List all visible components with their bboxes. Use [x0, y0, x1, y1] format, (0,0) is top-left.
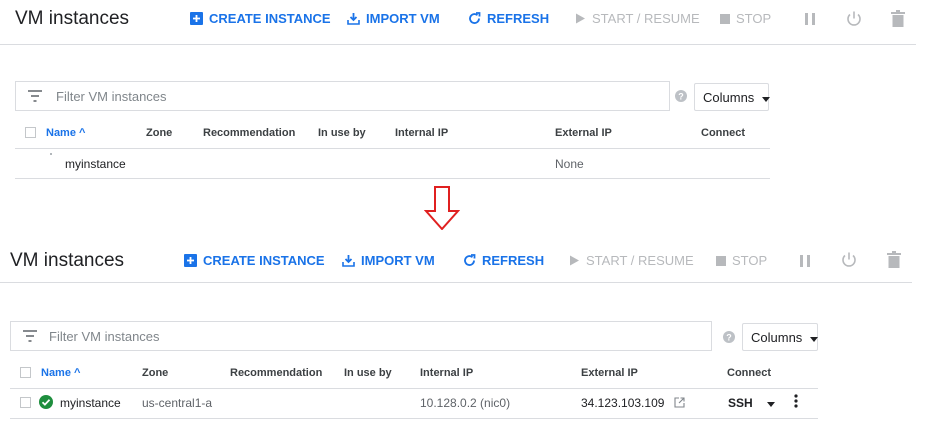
status-pending-icon: [50, 153, 52, 155]
header-recommendation[interactable]: Recommendation: [230, 367, 322, 379]
header-recommendation[interactable]: Recommendation: [203, 127, 295, 139]
down-arrow-icon: [423, 186, 461, 235]
refresh-button[interactable]: REFRESH: [468, 11, 549, 26]
refresh-icon: [463, 254, 476, 267]
power-icon[interactable]: [845, 10, 863, 33]
page-title: VM instances: [10, 250, 125, 271]
create-instance-icon: [184, 254, 197, 267]
chevron-down-icon: [810, 330, 819, 345]
row-zone: us-central1-a: [142, 396, 213, 410]
stop-label: STOP: [732, 253, 768, 268]
table-header: Name ^ Zone Recommendation In use by Int…: [10, 358, 818, 389]
pause-icon[interactable]: [799, 254, 811, 273]
header-external-ip[interactable]: External IP: [555, 127, 612, 139]
import-vm-button[interactable]: IMPORT VM: [342, 253, 435, 268]
import-vm-icon: [342, 254, 355, 267]
columns-label: Columns: [703, 89, 755, 105]
header-zone[interactable]: Zone: [146, 127, 172, 139]
columns-button[interactable]: Columns: [742, 323, 819, 351]
header-external-ip[interactable]: External IP: [581, 367, 638, 379]
play-icon: [575, 13, 586, 24]
refresh-icon: [468, 12, 481, 25]
import-vm-label: IMPORT VM: [361, 253, 435, 268]
refresh-label: REFRESH: [482, 253, 545, 268]
svg-text:?: ?: [678, 92, 684, 102]
stop-button[interactable]: STOP: [716, 253, 767, 268]
header-connect: Connect: [701, 127, 745, 139]
stop-label: STOP: [736, 11, 772, 26]
help-icon[interactable]: ?: [675, 89, 687, 107]
toolbar: VM instances CREATE INSTANCE IMPORT VM R…: [0, 0, 916, 45]
stop-button[interactable]: STOP: [720, 11, 771, 26]
start-resume-label: START / RESUME: [592, 11, 700, 26]
create-instance-label: CREATE INSTANCE: [209, 11, 331, 26]
create-instance-label: CREATE INSTANCE: [203, 253, 325, 268]
row-external-ip[interactable]: 34.123.103.109: [581, 396, 685, 411]
header-name[interactable]: Name ^: [46, 127, 85, 139]
page-title: VM instances: [15, 8, 130, 29]
ssh-button[interactable]: SSH: [728, 396, 775, 410]
row-checkbox[interactable]: [20, 397, 31, 408]
row-name[interactable]: myinstance: [60, 396, 121, 410]
toolbar: VM instances CREATE INSTANCE IMPORT VM R…: [0, 235, 912, 283]
panel-before: VM instances CREATE INSTANCE IMPORT VM R…: [0, 0, 916, 200]
table-header: Name ^ Zone Recommendation In use by Int…: [15, 118, 770, 149]
power-icon[interactable]: [840, 251, 858, 274]
columns-label: Columns: [751, 329, 803, 345]
filter-placeholder: Filter VM instances: [49, 329, 160, 344]
kebab-menu-icon[interactable]: [794, 393, 798, 414]
create-instance-button[interactable]: CREATE INSTANCE: [184, 253, 325, 268]
header-zone[interactable]: Zone: [142, 367, 168, 379]
stop-icon: [716, 255, 726, 266]
header-internal-ip[interactable]: Internal IP: [395, 127, 448, 139]
filter-input[interactable]: Filter VM instances: [10, 321, 712, 351]
filter-icon: [23, 329, 37, 347]
status-ok-icon: [39, 395, 53, 414]
select-all-checkbox[interactable]: [20, 367, 31, 378]
import-vm-button[interactable]: IMPORT VM: [347, 11, 440, 26]
trash-icon[interactable]: [891, 10, 905, 33]
start-resume-button[interactable]: START / RESUME: [575, 11, 700, 26]
header-connect: Connect: [727, 367, 771, 379]
start-resume-label: START / RESUME: [586, 253, 694, 268]
row-name[interactable]: myinstance: [65, 157, 126, 171]
header-in-use-by[interactable]: In use by: [318, 127, 366, 139]
pause-icon[interactable]: [804, 12, 816, 31]
table-row: myinstance None: [15, 148, 770, 179]
trash-icon[interactable]: [887, 251, 901, 274]
ssh-label: SSH: [728, 396, 753, 410]
chevron-down-icon[interactable]: [766, 396, 775, 410]
help-icon[interactable]: ?: [723, 330, 735, 348]
select-all-checkbox[interactable]: [25, 127, 36, 138]
refresh-label: REFRESH: [487, 11, 550, 26]
refresh-button[interactable]: REFRESH: [463, 253, 544, 268]
header-in-use-by[interactable]: In use by: [344, 367, 392, 379]
start-resume-button[interactable]: START / RESUME: [569, 253, 694, 268]
table-row: myinstance us-central1-a 10.128.0.2 (nic…: [10, 388, 818, 419]
stop-icon: [720, 13, 730, 24]
header-name[interactable]: Name ^: [41, 367, 80, 379]
filter-placeholder: Filter VM instances: [56, 89, 167, 104]
filter-input[interactable]: Filter VM instances: [15, 81, 670, 111]
row-external-ip: None: [555, 157, 584, 171]
header-internal-ip[interactable]: Internal IP: [420, 367, 473, 379]
import-vm-label: IMPORT VM: [366, 11, 440, 26]
external-link-icon[interactable]: [674, 397, 685, 411]
play-icon: [569, 255, 580, 266]
create-instance-icon: [190, 12, 203, 25]
import-vm-icon: [347, 12, 360, 25]
chevron-down-icon: [762, 90, 771, 105]
filter-icon: [28, 89, 42, 107]
row-internal-ip: 10.128.0.2 (nic0): [420, 396, 511, 410]
columns-button[interactable]: Columns: [694, 83, 771, 111]
create-instance-button[interactable]: CREATE INSTANCE: [190, 11, 331, 26]
svg-text:?: ?: [726, 333, 732, 343]
panel-after: VM instances CREATE INSTANCE IMPORT VM R…: [0, 235, 916, 429]
